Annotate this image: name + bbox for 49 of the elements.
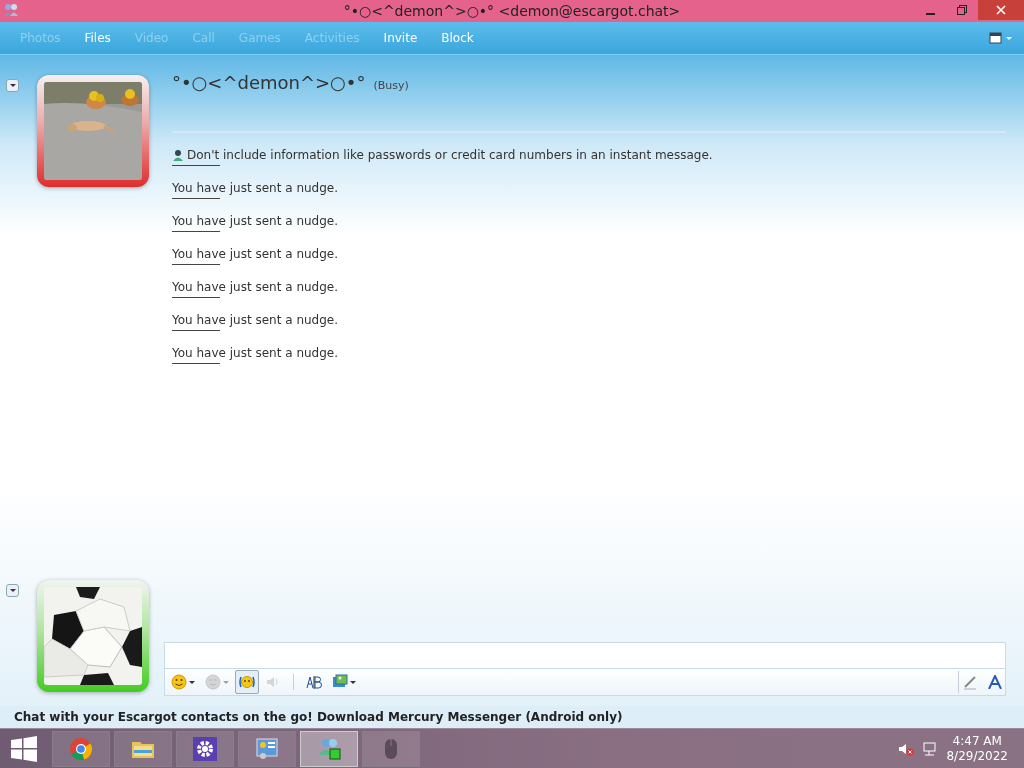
message-input[interactable]: [164, 642, 1006, 669]
control-panel-icon: [255, 736, 279, 761]
clock-time: 4:47 AM: [951, 733, 1003, 749]
message-text: You have just sent a nudge.: [172, 312, 340, 328]
speaker-icon: [265, 674, 281, 690]
close-button[interactable]: [978, 0, 1024, 20]
smiley-icon: [205, 674, 221, 690]
menu-item[interactable]: Files: [72, 29, 123, 47]
status-text: (Busy): [373, 78, 409, 94]
windows-icon: [11, 735, 37, 762]
image-icon: [332, 674, 348, 690]
minimize-icon: [925, 12, 935, 15]
caret-icon: [189, 680, 195, 684]
nudge-button[interactable]: [235, 670, 259, 694]
warning-text: Don't include information like passwords or credit card numbers in an instant message.: [187, 147, 713, 163]
font-icon: [988, 675, 1002, 689]
taskbar-button[interactable]: [176, 730, 234, 767]
taskbar-button[interactable]: [300, 730, 358, 767]
gear-icon: [193, 736, 217, 761]
dropdown-toggle[interactable]: [6, 584, 19, 597]
promo-text: Chat with your Escargot contacts on the go! Download Mercury Messenger (Android only): [14, 709, 623, 726]
spell-check-icon: [306, 674, 322, 690]
message-text: You have just sent a nudge.: [172, 213, 340, 229]
pen-icon: [962, 674, 978, 690]
smiley-icon: [171, 674, 187, 690]
close-icon: [996, 5, 1006, 15]
menu-item[interactable]: Block: [429, 29, 486, 47]
network-icon: [922, 740, 939, 757]
taskbar-button[interactable]: [238, 730, 296, 767]
message-text: You have just sent a nudge.: [172, 279, 340, 295]
window-icon: [989, 31, 1003, 45]
nudge-icon: [239, 674, 255, 690]
message-text: You have just sent a nudge.: [172, 345, 340, 361]
person-icon: [172, 149, 184, 161]
menu-item[interactable]: Invite: [371, 29, 430, 47]
caret-icon: [350, 680, 356, 684]
contact-name: °•○<^demon^>○•°: [172, 71, 366, 95]
chrome-icon: [69, 736, 93, 761]
taskbar-button[interactable]: [52, 730, 110, 767]
clock-date: 8/29/2022: [946, 748, 1008, 764]
message-text: You have just sent a nudge.: [172, 180, 340, 196]
taskbar-button[interactable]: [114, 730, 172, 767]
dropdown-toggle[interactable]: [6, 79, 19, 92]
messenger-icon: [3, 3, 19, 17]
people-icon: [317, 736, 341, 761]
message-text: You have just sent a nudge.: [172, 246, 340, 262]
window-title: °•○<^demon^>○•° <demon@escargot.chat>: [343, 1, 681, 21]
restore-icon: [957, 5, 967, 15]
caret-icon: [223, 680, 229, 684]
